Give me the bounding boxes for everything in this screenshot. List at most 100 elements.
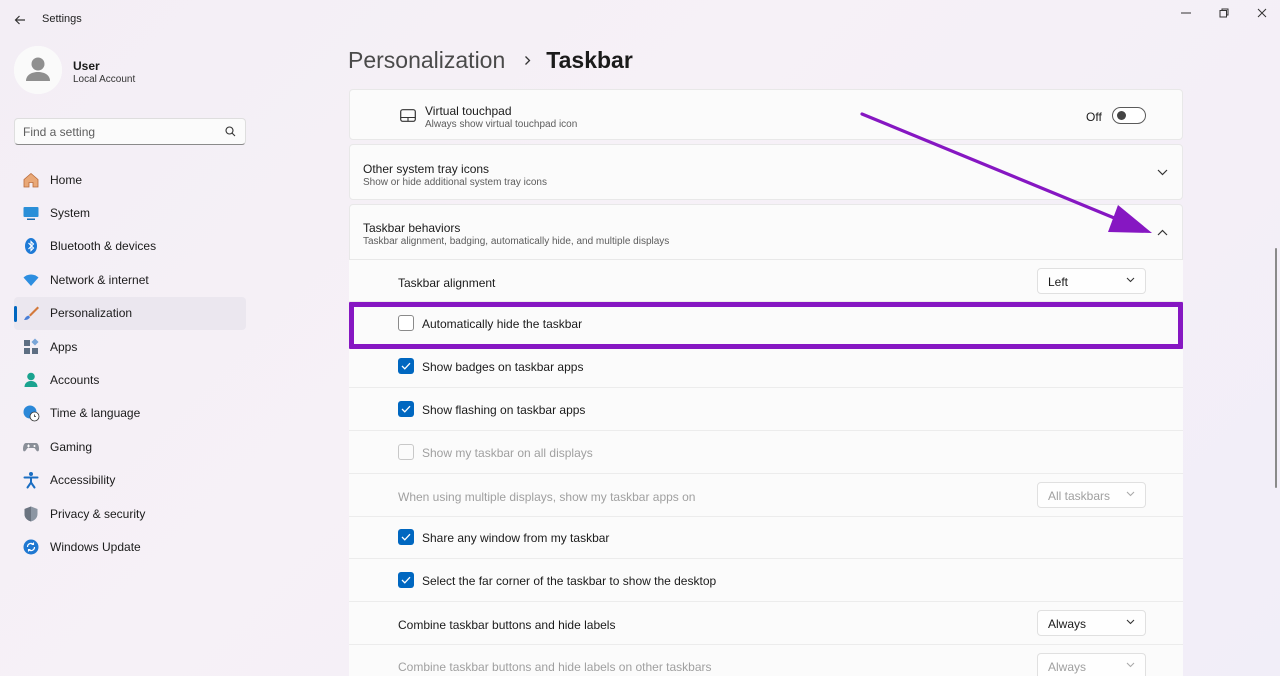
sidebar-item-label: Gaming xyxy=(50,439,93,454)
show-flashing-checkbox[interactable] xyxy=(398,401,414,417)
show-badges-checkbox[interactable] xyxy=(398,358,414,374)
sidebar-item-gaming[interactable]: Gaming xyxy=(14,430,246,463)
show-badges-row: Show badges on taskbar apps xyxy=(349,345,1183,388)
sidebar-item-accounts[interactable]: Accounts xyxy=(14,363,246,396)
taskbar-behaviors-header[interactable]: Taskbar behaviors Taskbar alignment, bad… xyxy=(349,204,1183,260)
share-window-row: Share any window from my taskbar xyxy=(349,517,1183,559)
taskbar-alignment-label: Taskbar alignment xyxy=(398,276,496,290)
back-button[interactable] xyxy=(8,8,32,32)
far-corner-checkbox[interactable] xyxy=(398,572,414,588)
minimize-icon xyxy=(1181,12,1191,14)
close-button[interactable] xyxy=(1247,4,1277,22)
back-arrow-icon xyxy=(14,15,25,25)
sidebar-item-apps[interactable]: Apps xyxy=(14,330,246,363)
virtual-touchpad-card: Virtual touchpad Always show virtual tou… xyxy=(349,89,1183,140)
sidebar-item-personalization[interactable]: Personalization xyxy=(14,296,246,330)
combine-buttons-label: Combine taskbar buttons and hide labels xyxy=(398,618,616,632)
checkmark-icon xyxy=(401,576,411,584)
sidebar-item-network[interactable]: Network & internet xyxy=(14,263,246,296)
auto-hide-row: Automatically hide the taskbar xyxy=(349,302,1183,345)
combine-buttons-row: Combine taskbar buttons and hide labels … xyxy=(349,602,1183,645)
auto-hide-label: Automatically hide the taskbar xyxy=(422,317,583,331)
dropdown-value: Left xyxy=(1048,275,1069,289)
search-input[interactable] xyxy=(15,119,215,144)
close-icon xyxy=(1257,8,1267,18)
combine-buttons-dropdown[interactable]: Always xyxy=(1037,610,1146,636)
chevron-up-icon[interactable] xyxy=(1157,229,1168,236)
accessibility-icon xyxy=(22,471,40,489)
taskbar-behaviors-subtitle: Taskbar alignment, badging, automaticall… xyxy=(363,236,670,247)
sidebar-item-system[interactable]: System xyxy=(14,196,246,229)
multi-display-dropdown[interactable]: All taskbars xyxy=(1037,482,1146,508)
all-displays-checkbox[interactable] xyxy=(398,444,414,460)
sidebar-item-label: Network & internet xyxy=(50,272,149,287)
show-flashing-row: Show flashing on taskbar apps xyxy=(349,388,1183,431)
virtual-touchpad-toggle[interactable] xyxy=(1112,107,1146,124)
monitor-icon xyxy=(22,204,40,222)
taskbar-alignment-dropdown[interactable]: Left xyxy=(1037,268,1146,294)
auto-hide-checkbox[interactable] xyxy=(398,315,414,331)
dropdown-value: Always xyxy=(1048,617,1087,631)
chevron-down-icon[interactable] xyxy=(1157,169,1168,176)
sidebar-item-label: Personalization xyxy=(50,306,133,321)
breadcrumb-chevron-icon xyxy=(523,55,532,66)
share-window-label: Share any window from my taskbar xyxy=(422,531,610,545)
far-corner-label: Select the far corner of the taskbar to … xyxy=(422,574,717,588)
dropdown-value: All taskbars xyxy=(1048,489,1111,503)
multi-display-label: When using multiple displays, show my ta… xyxy=(398,490,696,504)
combine-other-label: Combine taskbar buttons and hide labels … xyxy=(398,660,712,674)
user-avatar-icon xyxy=(14,46,62,94)
checkmark-icon xyxy=(401,405,411,413)
tray-icons-subtitle: Show or hide additional system tray icon… xyxy=(363,177,547,188)
sidebar-item-privacy[interactable]: Privacy & security xyxy=(14,497,246,530)
sidebar-item-label: Time & language xyxy=(50,406,141,421)
restore-icon xyxy=(1219,8,1229,18)
scrollbar-thumb[interactable] xyxy=(1275,248,1277,488)
share-window-checkbox[interactable] xyxy=(398,529,414,545)
taskbar-alignment-row: Taskbar alignment Left xyxy=(349,260,1183,302)
combine-other-dropdown[interactable]: Always xyxy=(1037,653,1146,676)
virtual-touchpad-title: Virtual touchpad xyxy=(425,104,512,118)
toggle-state-label: Off xyxy=(1086,110,1102,124)
account-type: Local Account xyxy=(73,74,136,85)
user-name: User xyxy=(73,59,100,73)
sidebar-item-bluetooth[interactable]: Bluetooth & devices xyxy=(14,230,246,263)
restore-button[interactable] xyxy=(1209,4,1239,22)
update-icon xyxy=(22,538,40,556)
taskbar-behaviors-title: Taskbar behaviors xyxy=(363,221,461,235)
toggle-knob xyxy=(1117,111,1126,120)
home-icon xyxy=(22,171,40,189)
sidebar-item-label: Accounts xyxy=(50,373,100,388)
chevron-down-icon xyxy=(1126,662,1135,668)
breadcrumb-parent[interactable]: Personalization xyxy=(348,47,505,74)
breadcrumb: Personalization Taskbar xyxy=(348,47,633,74)
sidebar-item-home[interactable]: Home xyxy=(14,163,246,196)
chevron-down-icon xyxy=(1126,491,1135,497)
sidebar-item-label: Home xyxy=(50,172,83,187)
other-tray-icons-card[interactable]: Other system tray icons Show or hide add… xyxy=(349,144,1183,200)
show-badges-label: Show badges on taskbar apps xyxy=(422,360,584,374)
shield-icon xyxy=(22,505,40,523)
sidebar-item-time-language[interactable]: Time & language xyxy=(14,397,246,430)
sidebar-item-windows-update[interactable]: Windows Update xyxy=(14,530,246,563)
page-title: Taskbar xyxy=(546,47,633,73)
minimize-button[interactable] xyxy=(1171,4,1201,22)
dropdown-value: Always xyxy=(1048,660,1087,674)
title-bar: Settings xyxy=(0,0,1280,40)
sidebar-item-accessibility[interactable]: Accessibility xyxy=(14,464,246,497)
checkmark-icon xyxy=(401,362,411,370)
search-box[interactable] xyxy=(14,118,246,145)
all-displays-row: Show my taskbar on all displays xyxy=(349,431,1183,474)
wifi-icon xyxy=(22,271,40,289)
tray-icons-title: Other system tray icons xyxy=(363,162,490,176)
touchpad-icon xyxy=(400,109,416,122)
gamepad-icon xyxy=(22,438,40,456)
chevron-down-icon xyxy=(1126,619,1135,625)
sidebar-item-label: System xyxy=(50,206,91,221)
search-icon[interactable] xyxy=(225,126,236,137)
person-icon xyxy=(22,371,40,389)
chevron-down-icon xyxy=(1126,277,1135,283)
multi-display-row: When using multiple displays, show my ta… xyxy=(349,474,1183,517)
virtual-touchpad-subtitle: Always show virtual touchpad icon xyxy=(425,119,578,130)
avatar[interactable] xyxy=(14,46,62,94)
